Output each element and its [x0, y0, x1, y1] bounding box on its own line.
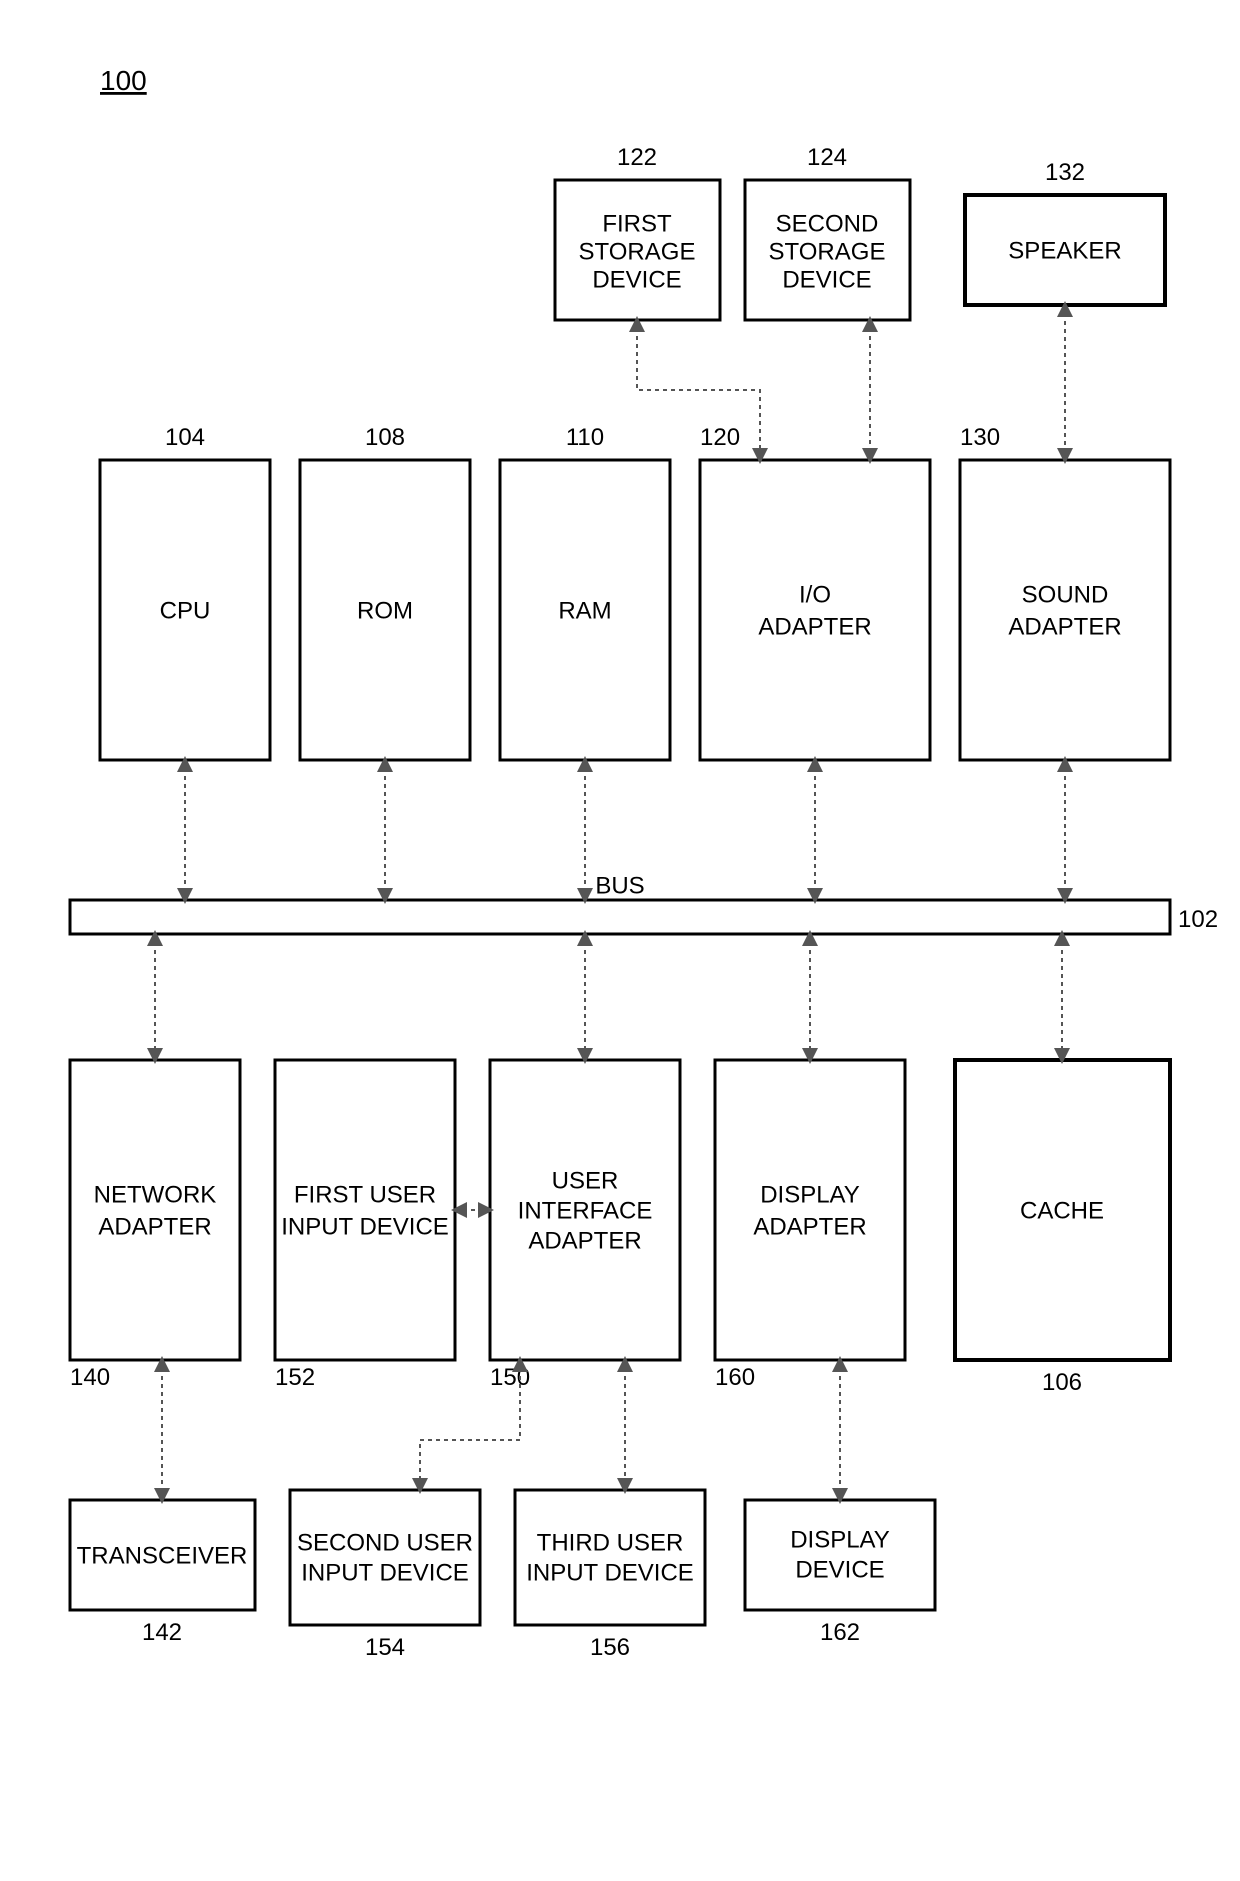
sound-adapter-l1: SOUND — [1022, 581, 1109, 608]
second-input-l2: INPUT DEVICE — [301, 1559, 469, 1586]
display-device-box — [745, 1500, 935, 1610]
rom-label: ROM — [357, 597, 413, 624]
third-input-l1: THIRD USER — [537, 1529, 684, 1556]
second-storage-l3: DEVICE — [782, 266, 871, 293]
second-input-ref: 154 — [365, 1634, 405, 1661]
bus-ref: 102 — [1178, 906, 1218, 933]
ui-adapter-ref: 150 — [490, 1364, 530, 1391]
cache-label: CACHE — [1020, 1197, 1104, 1224]
display-adapter-l2: ADAPTER — [753, 1213, 866, 1240]
ram-ref: 110 — [566, 424, 604, 451]
io-adapter-l2: ADAPTER — [758, 613, 871, 640]
third-input-l2: INPUT DEVICE — [526, 1559, 694, 1586]
speaker-label: SPEAKER — [1008, 237, 1121, 264]
third-input-box — [515, 1490, 705, 1625]
first-storage-l3: DEVICE — [592, 266, 681, 293]
ram-label: RAM — [558, 597, 611, 624]
sound-adapter-l2: ADAPTER — [1008, 613, 1121, 640]
cpu-label: CPU — [160, 597, 211, 624]
network-adapter-ref: 140 — [70, 1364, 110, 1391]
first-storage-l2: STORAGE — [579, 238, 696, 265]
ui-adapter-l3: ADAPTER — [528, 1227, 641, 1254]
transceiver-ref: 142 — [142, 1619, 182, 1646]
io-adapter-l1: I/O — [799, 581, 831, 608]
conn-first-storage-io — [637, 320, 760, 460]
display-device-l2: DEVICE — [795, 1556, 884, 1583]
second-storage-l1: SECOND — [776, 210, 879, 237]
third-input-ref: 156 — [590, 1634, 630, 1661]
cache-ref: 106 — [1042, 1369, 1082, 1396]
bus-rail — [70, 900, 1170, 934]
ui-adapter-l1: USER — [552, 1167, 619, 1194]
display-device-l1: DISPLAY — [790, 1526, 890, 1553]
io-adapter-box — [700, 460, 930, 760]
figure-ref: 100 — [100, 65, 147, 96]
architecture-diagram: 100 BUS 102 FIRST STORAGE DEVICE 122 SEC… — [0, 0, 1240, 1881]
display-adapter-ref: 160 — [715, 1364, 755, 1391]
network-adapter-l1: NETWORK — [94, 1181, 217, 1208]
first-storage-l1: FIRST — [602, 210, 672, 237]
rom-ref: 108 — [365, 424, 405, 451]
display-adapter-box — [715, 1060, 905, 1360]
first-input-l2: INPUT DEVICE — [281, 1213, 449, 1240]
second-input-box — [290, 1490, 480, 1625]
display-device-ref: 162 — [820, 1619, 860, 1646]
first-input-box — [275, 1060, 455, 1360]
sound-adapter-ref: 130 — [960, 424, 1000, 451]
ui-adapter-l2: INTERFACE — [518, 1197, 653, 1224]
second-input-l1: SECOND USER — [297, 1529, 473, 1556]
second-storage-ref: 124 — [807, 144, 847, 171]
sound-adapter-box — [960, 460, 1170, 760]
first-storage-ref: 122 — [617, 144, 657, 171]
display-adapter-l1: DISPLAY — [760, 1181, 860, 1208]
second-storage-l2: STORAGE — [769, 238, 886, 265]
first-input-l1: FIRST USER — [294, 1181, 436, 1208]
network-adapter-box — [70, 1060, 240, 1360]
bus-label: BUS — [595, 872, 644, 899]
io-adapter-ref: 120 — [700, 424, 740, 451]
transceiver-label: TRANSCEIVER — [77, 1542, 248, 1569]
cpu-ref: 104 — [165, 424, 205, 451]
network-adapter-l2: ADAPTER — [98, 1213, 211, 1240]
first-input-ref: 152 — [275, 1364, 315, 1391]
speaker-ref: 132 — [1045, 159, 1085, 186]
